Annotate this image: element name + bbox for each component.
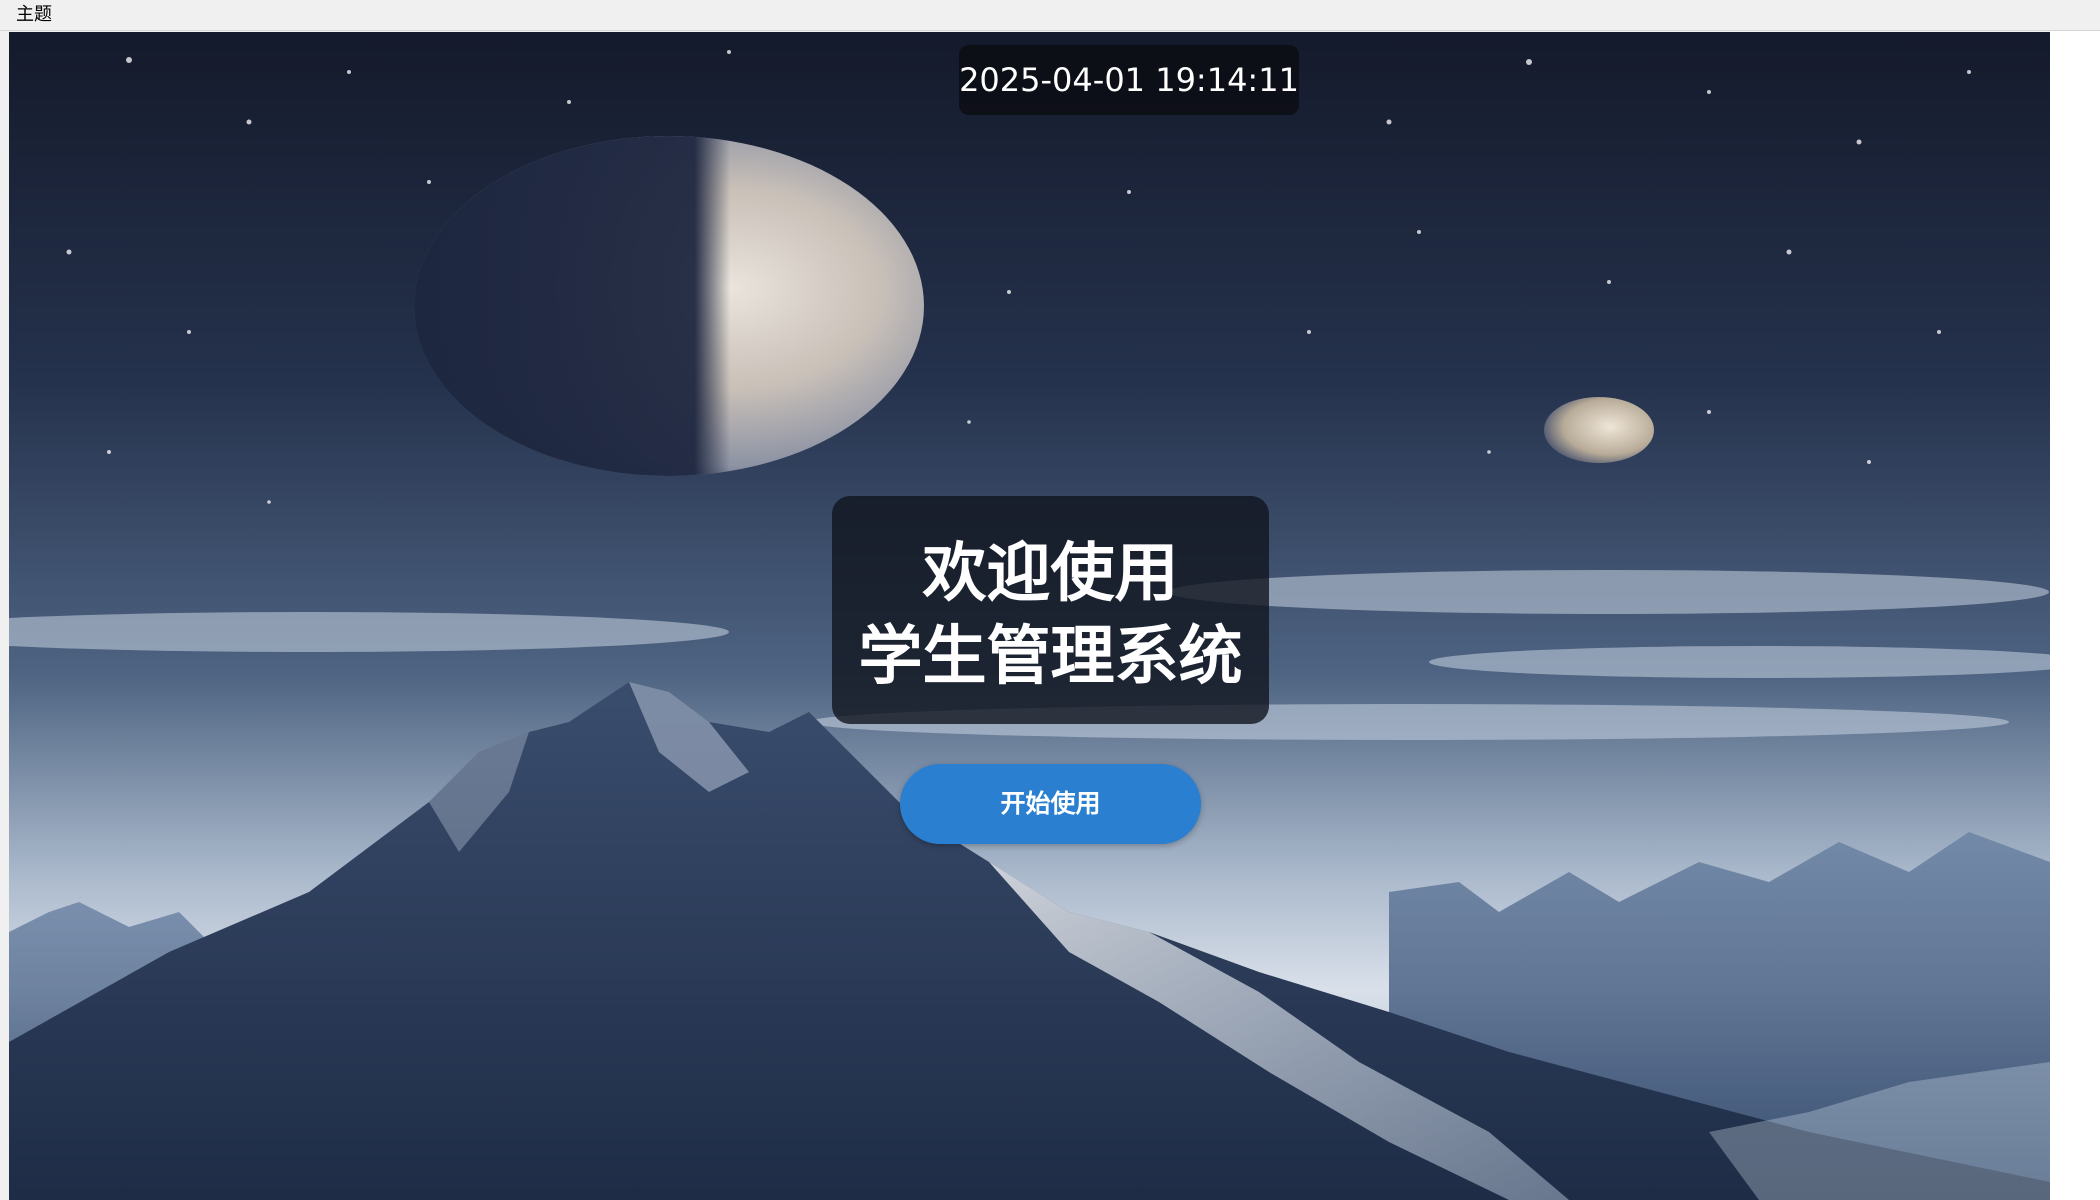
datetime-display: 2025-04-01 19:14:11 — [959, 45, 1299, 115]
welcome-title-line1: 欢迎使用 — [922, 537, 1179, 611]
welcome-card: 欢迎使用 学生管理系统 — [832, 496, 1269, 724]
menu-bar: 主题 — [0, 0, 2100, 31]
welcome-title-line2: 学生管理系统 — [858, 620, 1243, 694]
background-scene: 2025-04-01 19:14:11 欢迎使用 学生管理系统 开始使用 — [9, 32, 2050, 1200]
menu-item-theme[interactable]: 主题 — [14, 3, 54, 27]
start-button[interactable]: 开始使用 — [900, 764, 1201, 844]
window-right-margin — [2050, 31, 2100, 1200]
